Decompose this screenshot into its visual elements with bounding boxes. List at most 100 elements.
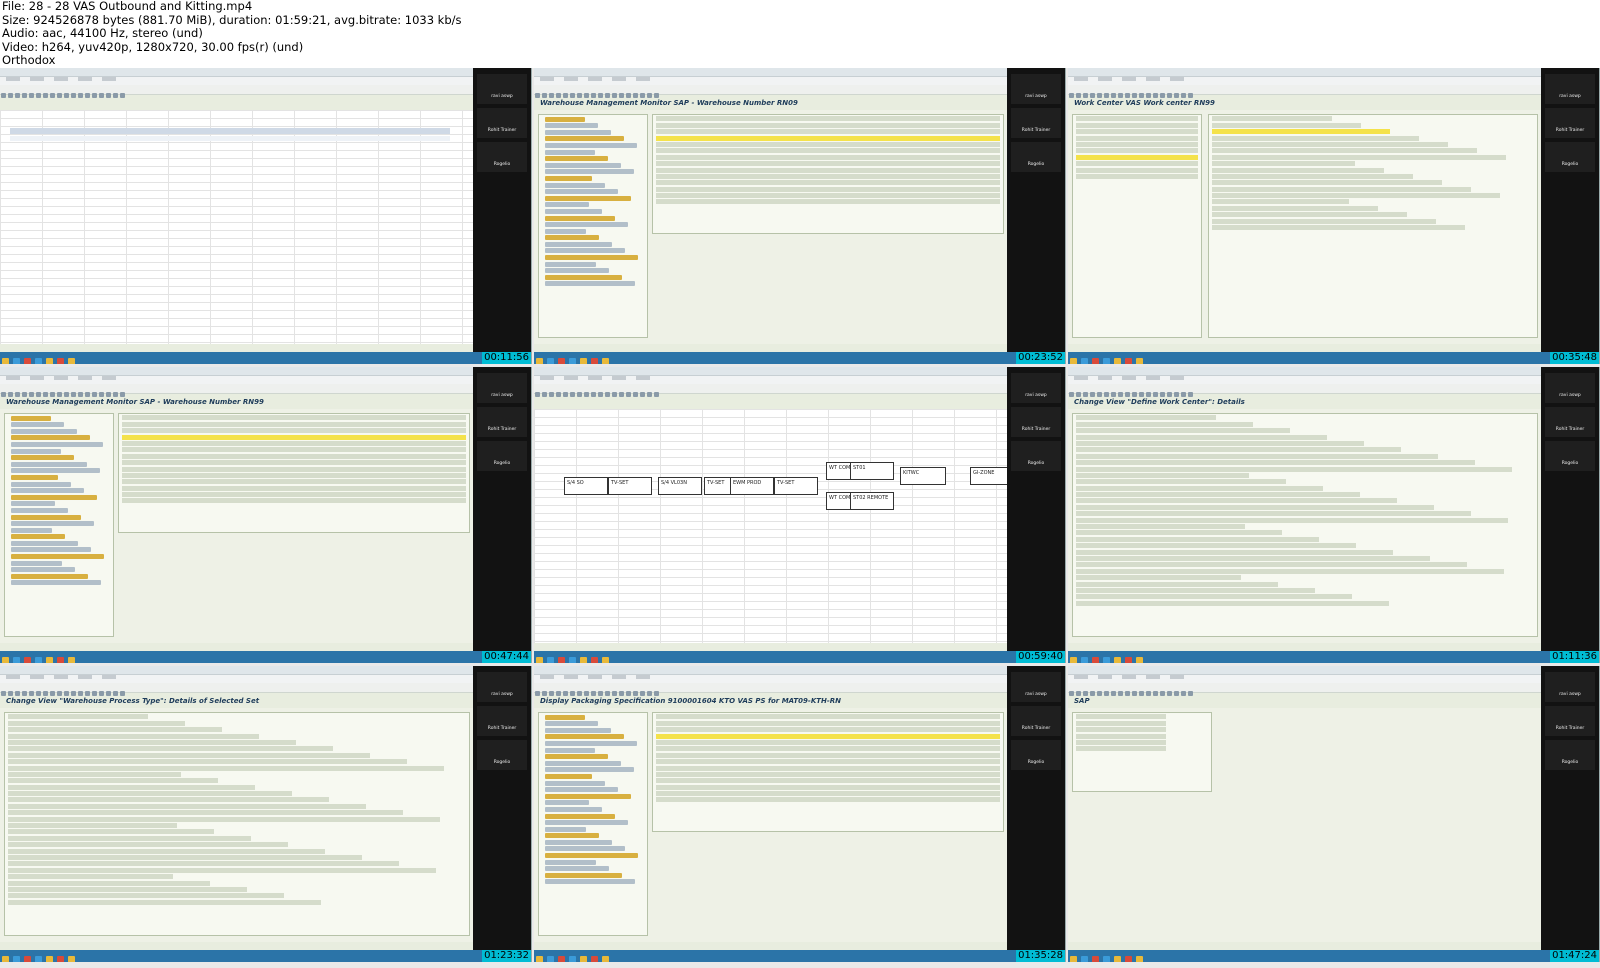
toolbar-icon[interactable]: [619, 93, 624, 98]
toolbar-icon[interactable]: [1125, 691, 1130, 696]
form-field-row[interactable]: [8, 861, 399, 867]
taskbar-app-icon[interactable]: [1081, 358, 1088, 364]
tree-node[interactable]: [11, 422, 64, 428]
toolbar-icon[interactable]: [647, 691, 652, 696]
toolbar-icon[interactable]: [633, 392, 638, 397]
taskbar-app-icon[interactable]: [558, 657, 565, 663]
menu-bar[interactable]: [1068, 77, 1599, 85]
form-field-row[interactable]: [1076, 530, 1282, 536]
taskbar-app-icon[interactable]: [1125, 358, 1132, 364]
toolbar-icon[interactable]: [570, 392, 575, 397]
menu-item[interactable]: [78, 376, 92, 380]
toolbar-icon[interactable]: [1188, 392, 1193, 397]
toolbar-icon[interactable]: [1111, 691, 1116, 696]
toolbar-icon[interactable]: [1090, 93, 1095, 98]
form-field-row[interactable]: [8, 886, 247, 892]
table-row[interactable]: [122, 415, 466, 421]
form-field-row[interactable]: [1076, 485, 1323, 491]
form-row[interactable]: [1212, 186, 1471, 192]
tree-node[interactable]: [11, 507, 68, 513]
toolbar-icon[interactable]: [1174, 93, 1179, 98]
toolbar-icon[interactable]: [78, 392, 83, 397]
tree-node[interactable]: [545, 156, 608, 162]
table-row[interactable]: [656, 161, 1000, 167]
taskbar-app-icon[interactable]: [1136, 956, 1143, 962]
taskbar-icons[interactable]: [0, 352, 531, 364]
toolbar-icon[interactable]: [99, 93, 104, 98]
toolbar-icon[interactable]: [1076, 392, 1081, 397]
table-row[interactable]: [122, 453, 466, 459]
form-field-row[interactable]: [8, 899, 321, 905]
taskbar-icons[interactable]: [1068, 651, 1599, 663]
table-row[interactable]: [122, 447, 466, 453]
taskbar-icons[interactable]: [0, 950, 531, 962]
table-row[interactable]: [656, 733, 1000, 739]
toolbar-icon[interactable]: [1125, 93, 1130, 98]
tree-node[interactable]: [11, 461, 87, 467]
taskbar-app-icon[interactable]: [35, 358, 42, 364]
menu-item[interactable]: [54, 675, 68, 679]
toolbar-icon[interactable]: [1139, 392, 1144, 397]
taskbar-app-icon[interactable]: [46, 358, 53, 364]
table-row[interactable]: [656, 727, 1000, 733]
form-field-row[interactable]: [1076, 549, 1393, 555]
toolbar-icon[interactable]: [50, 691, 55, 696]
table-row[interactable]: [122, 428, 466, 434]
tree-node[interactable]: [545, 767, 634, 773]
toolbar-icon[interactable]: [605, 93, 610, 98]
tree-node[interactable]: [545, 222, 628, 228]
toolbar-icon[interactable]: [106, 691, 111, 696]
toolbar-icon[interactable]: [120, 392, 125, 397]
toolbar[interactable]: [1068, 384, 1599, 397]
tree-node[interactable]: [11, 494, 97, 500]
table-row[interactable]: [656, 199, 1000, 205]
form-row[interactable]: [1212, 148, 1477, 154]
tree-node[interactable]: [11, 580, 101, 586]
taskbar-app-icon[interactable]: [602, 657, 609, 663]
taskbar-app-icon[interactable]: [591, 358, 598, 364]
toolbar-icon[interactable]: [633, 691, 638, 696]
toolbar-icon[interactable]: [120, 691, 125, 696]
tree-row[interactable]: [1076, 141, 1198, 147]
spreadsheet-grid[interactable]: [534, 409, 1065, 643]
tree-row[interactable]: [1076, 161, 1198, 167]
toolbar-icon[interactable]: [563, 392, 568, 397]
tree-node[interactable]: [545, 149, 595, 155]
menu-item[interactable]: [564, 675, 578, 679]
form-field-row[interactable]: [8, 880, 210, 886]
form-field-row[interactable]: [8, 829, 214, 835]
menu-item[interactable]: [636, 77, 650, 81]
toolbar-icon[interactable]: [577, 392, 582, 397]
toolbar-icon[interactable]: [1083, 93, 1088, 98]
taskbar-app-icon[interactable]: [2, 956, 9, 962]
form-field-row[interactable]: [1076, 536, 1319, 542]
menu-item[interactable]: [54, 77, 68, 81]
taskbar-app-icon[interactable]: [1103, 358, 1110, 364]
menu-item[interactable]: [78, 77, 92, 81]
form-field-row[interactable]: [8, 803, 366, 809]
form-field-row[interactable]: [1076, 415, 1216, 421]
form-field-row[interactable]: [1076, 492, 1360, 498]
taskbar-icons[interactable]: [534, 651, 1065, 663]
windows-taskbar[interactable]: [0, 651, 531, 663]
toolbar-icon[interactable]: [50, 93, 55, 98]
toolbar-icon[interactable]: [57, 93, 62, 98]
taskbar-app-icon[interactable]: [24, 956, 31, 962]
form-field-row[interactable]: [8, 854, 362, 860]
toolbar[interactable]: [534, 683, 1065, 696]
toolbar-icon[interactable]: [99, 392, 104, 397]
tree-node[interactable]: [545, 800, 589, 806]
toolbar[interactable]: [0, 85, 531, 98]
tree-node[interactable]: [545, 142, 637, 148]
form-field-row[interactable]: [8, 848, 325, 854]
tree-node[interactable]: [11, 554, 104, 560]
tree-node[interactable]: [545, 747, 595, 753]
toolbar-icon[interactable]: [71, 392, 76, 397]
table-row[interactable]: [656, 135, 1000, 141]
toolbar-icon[interactable]: [36, 691, 41, 696]
toolbar-icon[interactable]: [57, 392, 62, 397]
tree-node[interactable]: [11, 435, 90, 441]
video-thumbnail[interactable]: S/4 SO TV-SET S/4 VL03N TV-SET EWM PROD TV-SE…: [534, 367, 1066, 663]
menu-item[interactable]: [1098, 376, 1112, 380]
input-row[interactable]: [1076, 714, 1166, 720]
